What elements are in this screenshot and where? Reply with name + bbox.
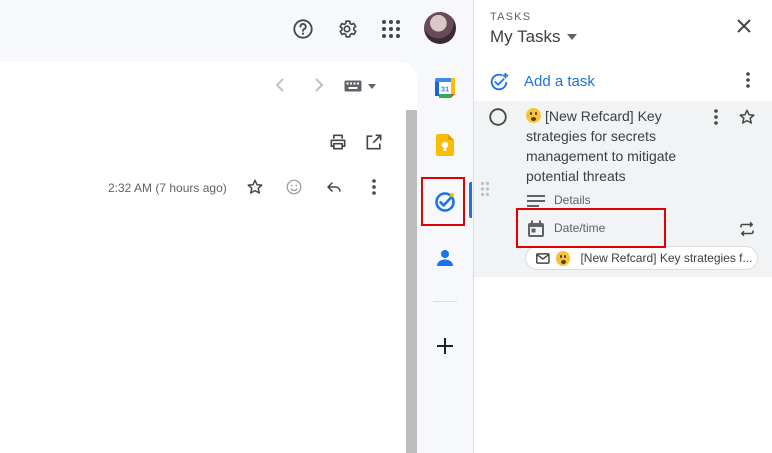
more-options-vertical-icon[interactable] [366,178,382,198]
close-icon[interactable] [737,19,757,39]
tasks-more-options-icon[interactable] [740,71,756,91]
repeat-icon[interactable] [738,220,758,238]
drag-handle-icon[interactable] [480,181,490,197]
email-icon [536,252,550,264]
calendar-day-number: 31 [441,85,449,94]
tasks-app-icon[interactable] [425,182,465,222]
task-title[interactable]: [New Refcard] Key strategies for secrets… [526,106,696,186]
mail-scrollbar[interactable] [406,110,417,453]
task-complete-checkbox[interactable] [489,108,507,126]
contacts-icon[interactable] [425,238,465,278]
reply-icon[interactable] [325,178,345,198]
linked-email-chip[interactable]: [New Refcard] Key strategies f... [525,246,758,270]
tasks-panel: TASKS My Tasks Add a task [New Refcard] … [473,0,772,453]
calendar-date-icon [527,220,545,238]
message-timestamp: 2:32 AM (7 hours ago) [108,181,227,195]
emoji-reaction-icon[interactable] [285,178,305,198]
side-panel-rail: 31 [417,58,473,453]
rail-divider [433,301,457,302]
add-task-icon[interactable] [488,71,510,93]
calendar-icon[interactable]: 31 [425,68,465,108]
task-star-icon[interactable] [738,108,756,126]
previous-chevron-icon[interactable] [268,73,292,97]
input-tools-keyboard-icon[interactable] [344,76,384,96]
linked-email-subject: [New Refcard] Key strategies f... [580,251,753,265]
settings-gear-icon[interactable] [327,9,367,49]
task-list-selector[interactable]: My Tasks [490,27,577,47]
help-icon[interactable] [283,9,323,49]
add-task-button[interactable]: Add a task [524,73,595,90]
open-in-new-window-icon[interactable] [364,132,386,154]
mail-reading-pane [0,62,417,453]
task-emoji-icon [526,108,541,123]
next-chevron-icon[interactable] [307,73,331,97]
account-avatar[interactable] [424,12,456,44]
task-details-field[interactable]: Details [554,193,591,207]
print-icon[interactable] [328,132,350,154]
dropdown-arrow-icon [566,34,577,40]
tasks-section-label: TASKS [490,11,532,23]
keep-notes-icon[interactable] [425,125,465,165]
task-more-options-icon[interactable] [710,108,722,126]
chip-emoji-icon [555,250,571,266]
task-title-text: [New Refcard] Key strategies for secrets… [526,108,677,184]
add-addon-plus-icon[interactable] [425,326,465,366]
star-icon[interactable] [246,178,266,198]
apps-grid-icon[interactable] [371,9,411,49]
details-lines-icon [527,194,545,208]
tasks-active-indicator [469,182,472,218]
task-list-name: My Tasks [490,27,561,46]
top-bar [0,0,472,58]
task-datetime-field[interactable]: Date/time [554,221,605,235]
